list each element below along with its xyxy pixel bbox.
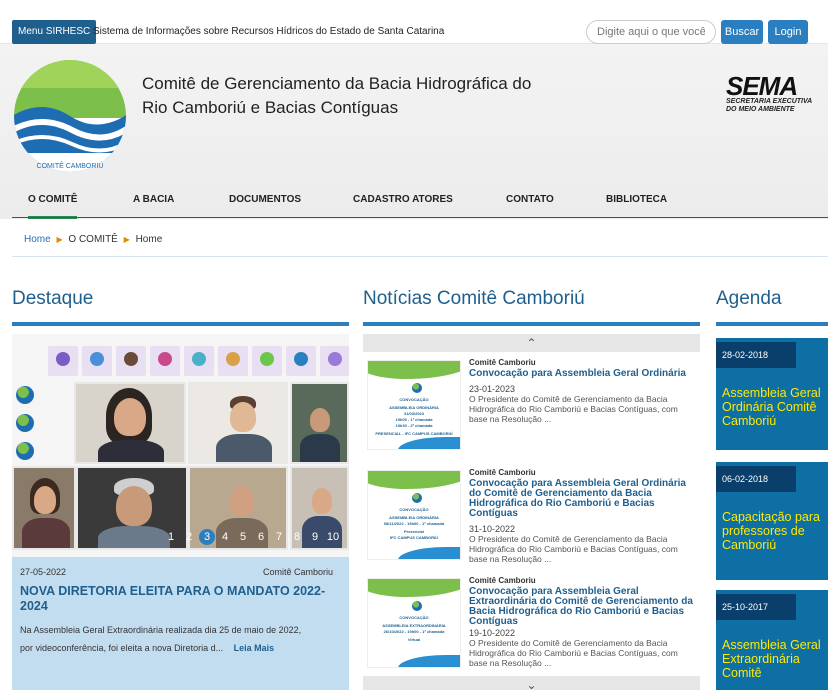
participants-strip bbox=[48, 346, 349, 376]
breadcrumb-separator-icon: ▶ bbox=[123, 235, 130, 244]
nav-documentos[interactable]: DOCUMENTOS bbox=[229, 192, 301, 219]
search-input[interactable] bbox=[586, 20, 716, 44]
slideshow-pager: 1 2 3 4 5 6 7 8 9 10 bbox=[161, 529, 341, 545]
sema-sub2: DO MEIO AMBIENTE bbox=[726, 106, 795, 113]
top-bar: Menu SIRHESC Sistema de Informações sobr… bbox=[0, 0, 828, 44]
agenda-title-text[interactable]: Assembleia Geral Extraordinária Comitê bbox=[722, 638, 826, 680]
menu-sirhesc-button[interactable]: Menu SIRHESC bbox=[12, 20, 97, 44]
news-title[interactable]: Convocação para Assembleia Geral Extraor… bbox=[469, 587, 697, 627]
news-list: ⌃ CONVOCAÇÃO ASSEMBLEIA ORDINÁRIA 31/03/… bbox=[363, 334, 700, 690]
news-date: 31-10-2022 bbox=[469, 524, 516, 534]
news-text: O Presidente do Comitê de Gerenciamento … bbox=[469, 534, 678, 564]
video-cell bbox=[74, 382, 186, 464]
main-nav: O COMITÊ A BACIA DOCUMENTOS CADASTRO ATO… bbox=[0, 192, 828, 219]
news-body: 19-10-2022 O Presidente do Comitê de Ger… bbox=[469, 628, 697, 668]
destaque-title: Destaque bbox=[12, 288, 94, 309]
news-text: O Presidente do Comitê de Gerenciamento … bbox=[469, 638, 678, 668]
nav-cadastro-atores[interactable]: CADASTRO ATORES bbox=[353, 192, 453, 219]
agenda-title-text[interactable]: Capacitação para professores de Camboriú bbox=[722, 510, 826, 552]
org-title-line2: Rio Camboriú e Bacias Contíguas bbox=[142, 98, 399, 117]
agenda-title: Agenda bbox=[716, 288, 782, 309]
news-thumbnail: CONVOCAÇÃO ASSEMBLEIA ORDINÁRIA 08/11/20… bbox=[367, 470, 461, 560]
news-scroll-up-icon[interactable]: ⌃ bbox=[363, 334, 700, 352]
breadcrumb-separator-icon: ▶ bbox=[56, 235, 63, 244]
breadcrumb: Home ▶ O COMITÊ ▶ Home bbox=[24, 234, 162, 245]
destaque-date: 27-05-2022 bbox=[20, 567, 67, 577]
destaque-source: Comitê Camboriu bbox=[262, 567, 333, 577]
comite-camboriu-logo[interactable]: COMITÊ CAMBORIÚ bbox=[12, 58, 128, 174]
search-button[interactable]: Buscar bbox=[721, 20, 763, 44]
video-cell bbox=[290, 382, 349, 464]
system-title: Sistema de Informações sobre Recursos Hí… bbox=[93, 26, 445, 37]
noticias-underline bbox=[363, 322, 700, 326]
video-cell bbox=[188, 382, 288, 464]
noticias-title: Notícias Comitê Camboriú bbox=[363, 288, 585, 309]
news-date: 23-01-2023 bbox=[469, 384, 516, 394]
news-body: 31-10-2022 O Presidente do Comitê de Ger… bbox=[469, 524, 697, 564]
nav-divider bbox=[12, 217, 828, 218]
news-source: Comitê Camboriu bbox=[469, 358, 536, 367]
org-title-line1: Comitê de Gerenciamento da Bacia Hidrogr… bbox=[142, 74, 532, 93]
nav-o-comite[interactable]: O COMITÊ bbox=[28, 192, 78, 219]
destaque-underline bbox=[12, 322, 349, 326]
pager-page-4[interactable]: 4 bbox=[217, 529, 233, 545]
pager-page-8[interactable]: 8 bbox=[289, 529, 305, 545]
pager-page-5[interactable]: 5 bbox=[235, 529, 251, 545]
destaque-image[interactable]: 1 2 3 4 5 6 7 8 9 10 bbox=[12, 334, 349, 557]
news-scroll-down-icon[interactable]: ⌄ bbox=[363, 676, 700, 690]
news-text: O Presidente do Comitê de Gerenciamento … bbox=[469, 394, 678, 424]
nav-biblioteca[interactable]: BIBLIOTECA bbox=[606, 192, 667, 219]
login-button[interactable]: Login bbox=[768, 20, 808, 44]
sema-logo[interactable]: SEMA SECRETARIA EXECUTIVA DO MEIO AMBIEN… bbox=[726, 71, 818, 114]
pager-page-10[interactable]: 10 bbox=[325, 529, 341, 545]
org-title: Comitê de Gerenciamento da Bacia Hidrogr… bbox=[142, 72, 562, 120]
agenda-date: 28-02-2018 bbox=[716, 342, 796, 368]
nav-contato[interactable]: CONTATO bbox=[506, 192, 554, 219]
news-date: 19-10-2022 bbox=[469, 628, 516, 638]
news-source: Comitê Camboriu bbox=[469, 576, 536, 585]
agenda-item[interactable]: 06-02-2018 Capacitação para professores … bbox=[716, 462, 828, 580]
news-item[interactable]: CONVOCAÇÃO ASSEMBLEIA ORDINÁRIA 08/11/20… bbox=[363, 468, 700, 568]
breadcrumb-o-comite: O COMITÊ bbox=[68, 234, 118, 245]
breadcrumb-home-link[interactable]: Home bbox=[24, 234, 51, 245]
sema-sub1: SECRETARIA EXECUTIVA bbox=[726, 98, 813, 105]
news-source: Comitê Camboriu bbox=[469, 468, 536, 477]
breadcrumb-current: Home bbox=[135, 234, 163, 245]
pager-page-7[interactable]: 7 bbox=[271, 529, 287, 545]
destaque-summary: Na Assembleia Geral Extraordinária reali… bbox=[20, 621, 310, 657]
news-title[interactable]: Convocação para Assembleia Geral Ordinár… bbox=[469, 479, 697, 519]
destaque-caption: 27-05-2022 Comitê Camboriu NOVA DIRETORI… bbox=[12, 557, 349, 690]
video-cell bbox=[12, 466, 76, 550]
breadcrumb-divider bbox=[12, 256, 828, 257]
news-title[interactable]: Convocação para Assembleia Geral Ordinár… bbox=[469, 369, 697, 379]
destaque-headline[interactable]: NOVA DIRETORIA ELEITA PARA O MANDATO 202… bbox=[20, 584, 345, 614]
news-thumbnail: CONVOCAÇÃO ASSEMBLEIA ORDINÁRIA 31/03/20… bbox=[367, 360, 461, 450]
news-body: 23-01-2023 O Presidente do Comitê de Ger… bbox=[469, 384, 697, 424]
news-item[interactable]: CONVOCAÇÃO ASSEMBLEIA EXTRAORDINÁRIA 26/… bbox=[363, 576, 700, 676]
read-more-link[interactable]: Leia Mais bbox=[234, 643, 275, 653]
pager-page-1[interactable]: 1 bbox=[163, 529, 179, 545]
agenda-item[interactable]: 25-10-2017 Assembleia Geral Extraordinár… bbox=[716, 590, 828, 690]
nav-a-bacia[interactable]: A BACIA bbox=[133, 192, 174, 219]
agenda-item[interactable]: 28-02-2018 Assembleia Geral Ordinária Co… bbox=[716, 338, 828, 450]
site-header: COMITÊ CAMBORIÚ Comitê de Gerenciamento … bbox=[0, 44, 828, 219]
pager-page-9[interactable]: 9 bbox=[307, 529, 323, 545]
pager-page-3[interactable]: 3 bbox=[199, 529, 215, 545]
agenda-underline bbox=[716, 322, 828, 326]
pager-page-2[interactable]: 2 bbox=[181, 529, 197, 545]
logo-text: COMITÊ CAMBORIÚ bbox=[37, 161, 104, 170]
agenda-date: 06-02-2018 bbox=[716, 466, 796, 492]
pager-page-6[interactable]: 6 bbox=[253, 529, 269, 545]
agenda-date: 25-10-2017 bbox=[716, 594, 796, 620]
news-thumbnail: CONVOCAÇÃO ASSEMBLEIA EXTRAORDINÁRIA 26/… bbox=[367, 578, 461, 668]
agenda-title-text[interactable]: Assembleia Geral Ordinária Comitê Cambor… bbox=[722, 386, 826, 428]
news-item[interactable]: CONVOCAÇÃO ASSEMBLEIA ORDINÁRIA 31/03/20… bbox=[363, 358, 700, 458]
sema-logo-text: SEMA bbox=[726, 71, 798, 101]
